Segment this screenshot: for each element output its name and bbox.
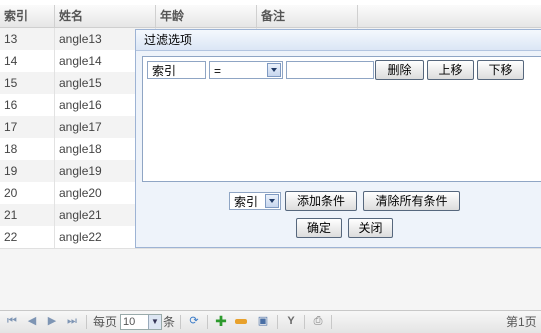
page-size-unit-label: 条 [163, 315, 176, 329]
pager-separator [277, 315, 278, 329]
chevron-down-icon [267, 63, 281, 77]
filter-icon[interactable]: Y [284, 314, 298, 328]
page-info: 第1页 [506, 315, 537, 329]
filter-dialog: 过滤选项 索引 = 删除 上移 下移 索引 添加条件 清除所有条件 确定 关闭 [135, 29, 541, 248]
add-condition-button[interactable]: 添加条件 [285, 191, 357, 211]
field-select[interactable]: 索引 [229, 192, 281, 210]
pager-toolbar: ⏮ ◀ ▶ ⏭ 每页 10 ▼ 条 ⟳ ✚ ▣ Y ⎙ 第1页 [0, 310, 541, 333]
pager-separator [331, 315, 332, 329]
cell-index: 19 [0, 160, 55, 182]
cell-index: 18 [0, 138, 55, 160]
cell-index: 20 [0, 182, 55, 204]
cell-index: 21 [0, 204, 55, 226]
save-icon[interactable]: ▣ [256, 314, 270, 328]
condition-value-input[interactable] [286, 61, 374, 79]
move-up-button[interactable]: 上移 [427, 60, 474, 80]
condition-operator-value: = [214, 64, 222, 78]
ok-button[interactable]: 确定 [296, 218, 342, 238]
cell-index: 17 [0, 116, 55, 138]
pager-separator [86, 315, 87, 329]
prev-page-icon[interactable]: ◀ [25, 314, 39, 328]
close-button[interactable]: 关闭 [348, 218, 393, 238]
move-down-button[interactable]: 下移 [477, 60, 524, 80]
dialog-title[interactable]: 过滤选项 [136, 30, 541, 51]
delete-condition-button[interactable]: 删除 [375, 60, 424, 80]
field-select-value: 索引 [234, 195, 259, 209]
clear-all-conditions-button[interactable]: 清除所有条件 [363, 191, 460, 211]
column-header-age[interactable]: 年龄 [156, 5, 257, 27]
refresh-icon[interactable]: ⟳ [187, 314, 201, 328]
cell-index: 15 [0, 72, 55, 94]
next-page-icon[interactable]: ▶ [45, 314, 59, 328]
cell-index: 22 [0, 226, 55, 248]
add-icon[interactable]: ✚ [214, 314, 228, 328]
column-header-name[interactable]: 姓名 [55, 5, 156, 27]
cell-index: 16 [0, 94, 55, 116]
column-header-index[interactable]: 索引 [0, 5, 55, 27]
condition-field-input[interactable]: 索引 [147, 61, 206, 79]
cell-index: 14 [0, 50, 55, 72]
first-page-icon[interactable]: ⏮ [5, 314, 19, 328]
print-icon[interactable]: ⎙ [311, 314, 325, 328]
pager-separator [304, 315, 305, 329]
condition-list: 索引 = 删除 上移 下移 [142, 56, 541, 182]
grid-empty-area [0, 248, 541, 311]
chevron-down-icon [265, 194, 279, 208]
condition-operator-select[interactable]: = [209, 61, 283, 79]
remove-icon[interactable] [234, 314, 248, 328]
cell-index: 13 [0, 28, 55, 50]
per-page-label: 每页 [93, 315, 118, 329]
page-size-select[interactable]: 10 ▼ [120, 314, 162, 330]
page-size-value: 10 [123, 316, 136, 328]
column-header-remark[interactable]: 备注 [257, 5, 358, 27]
pager-separator [207, 315, 208, 329]
chevron-down-icon: ▼ [148, 315, 161, 329]
last-page-icon[interactable]: ⏭ [65, 314, 79, 328]
grid-header: 索引 姓名 年龄 备注 [0, 5, 541, 28]
pager-separator [180, 315, 181, 329]
